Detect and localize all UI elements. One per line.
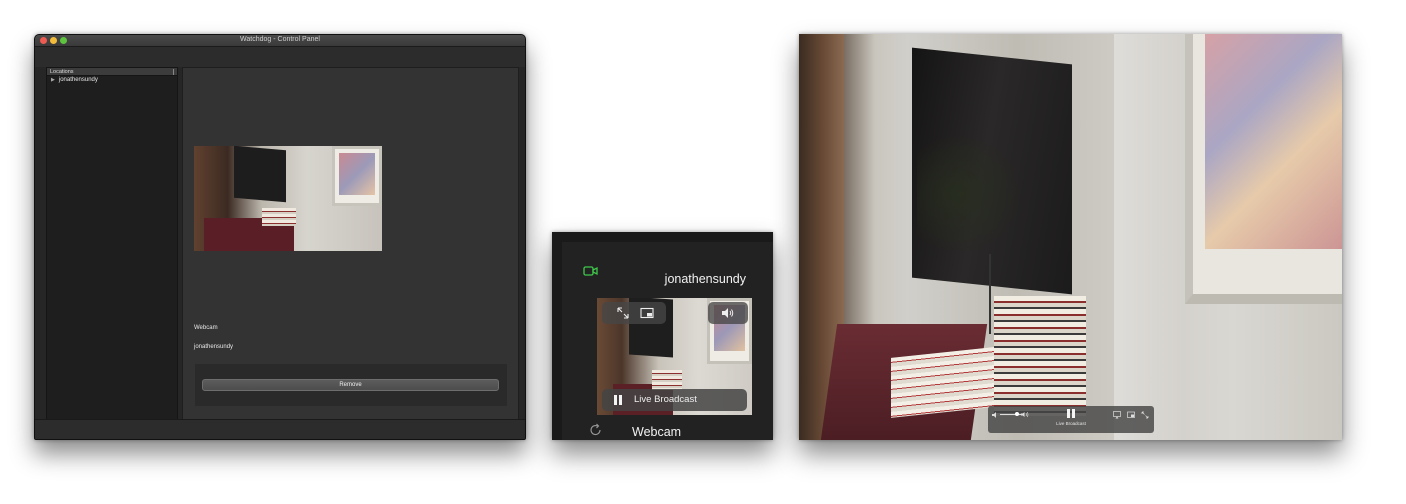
speaker-icon[interactable] bbox=[721, 306, 735, 320]
volume-slider-knob[interactable] bbox=[1014, 412, 1019, 416]
disclosure-triangle-icon[interactable]: ▶ bbox=[51, 77, 55, 83]
airplay-icon[interactable] bbox=[1113, 411, 1121, 419]
picture-in-picture-icon[interactable] bbox=[1127, 411, 1135, 419]
view-controls bbox=[602, 302, 666, 324]
picture-in-picture-icon[interactable] bbox=[640, 306, 654, 320]
fullscreen-video[interactable]: Live Broadcast bbox=[799, 34, 1342, 440]
camera-widget: jonathensundy Live Broadcast Webcam bbox=[552, 232, 773, 440]
window-title: Watchdog - Control Panel bbox=[240, 36, 320, 43]
location-name-label: jonathensundy bbox=[194, 344, 234, 350]
refresh-icon[interactable] bbox=[589, 423, 603, 437]
fullscreen-icon[interactable] bbox=[616, 306, 630, 320]
playback-hud: Live Broadcast bbox=[988, 406, 1154, 433]
locations-header[interactable]: Locations bbox=[47, 68, 177, 76]
location-item-label: jonathensundy bbox=[58, 77, 98, 83]
widget-location-name: jonathensundy bbox=[664, 272, 746, 286]
live-broadcast-label: Live Broadcast bbox=[634, 394, 697, 405]
camera-preview[interactable] bbox=[194, 146, 382, 251]
audio-controls bbox=[708, 302, 748, 324]
widget-video[interactable]: Live Broadcast bbox=[597, 298, 752, 415]
status-bar bbox=[35, 419, 525, 439]
toolbar-area bbox=[35, 47, 525, 67]
column-resize-handle[interactable] bbox=[173, 69, 174, 75]
actions-box: Remove bbox=[195, 364, 507, 406]
live-broadcast-bar[interactable]: Live Broadcast bbox=[602, 389, 747, 411]
pause-icon[interactable] bbox=[613, 395, 623, 405]
control-panel-window: Watchdog - Control Panel Locations ▶ jona… bbox=[34, 34, 526, 440]
pause-icon[interactable] bbox=[1067, 409, 1075, 418]
widget-camera-name: Webcam bbox=[632, 425, 682, 439]
widget-card: jonathensundy Live Broadcast Webcam bbox=[562, 242, 773, 440]
live-broadcast-label: Live Broadcast bbox=[1056, 421, 1086, 426]
camera-detail-pane: Webcam jonathensundy Remove bbox=[182, 67, 519, 421]
camera-name-label: Webcam bbox=[194, 325, 218, 331]
volume-low-icon[interactable] bbox=[992, 412, 998, 418]
video-camera-icon bbox=[583, 266, 598, 276]
remove-button[interactable]: Remove bbox=[202, 379, 499, 391]
locations-sidebar: Locations ▶ jonathensundy bbox=[46, 67, 178, 421]
locations-header-label: Locations bbox=[50, 69, 74, 75]
volume-high-icon[interactable] bbox=[1021, 411, 1029, 418]
location-item-jonathensundy[interactable]: ▶ jonathensundy bbox=[47, 76, 177, 85]
fullscreen-icon[interactable] bbox=[1141, 411, 1149, 419]
title-bar[interactable]: Watchdog - Control Panel bbox=[35, 35, 525, 47]
